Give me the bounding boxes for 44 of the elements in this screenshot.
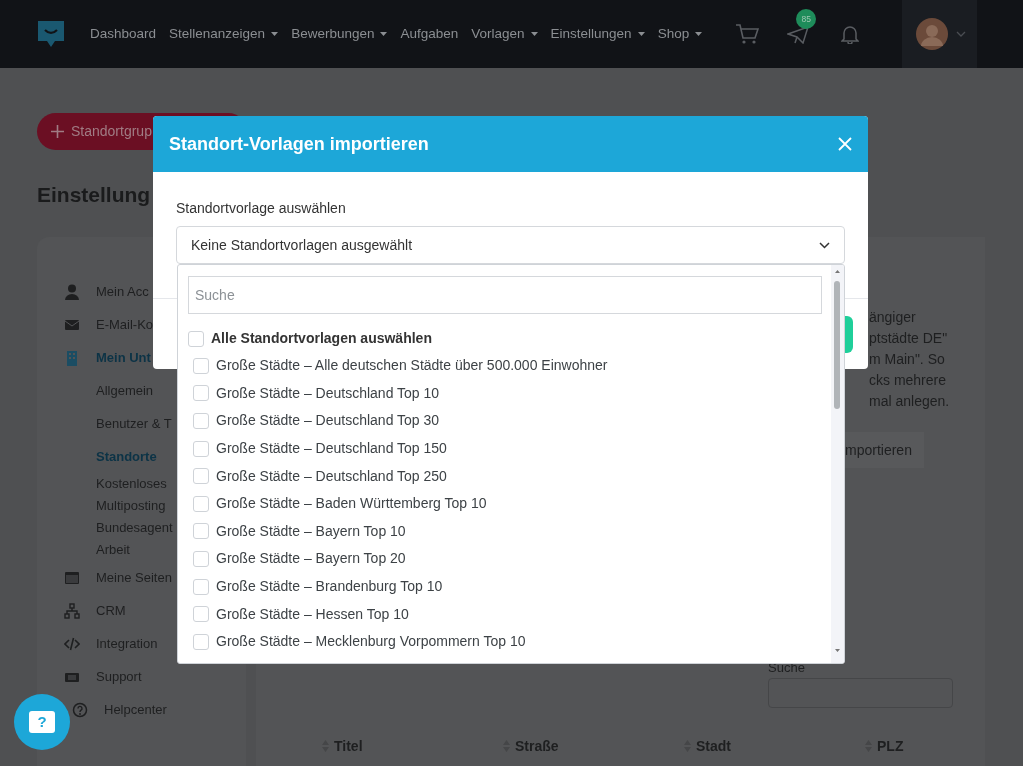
paper-plane-icon[interactable] (787, 25, 810, 44)
option-checkbox[interactable]: Große Städte – Baden Württemberg Top 10 (188, 489, 823, 518)
option-checkbox[interactable]: Große Städte – Bayern Top 10 (188, 517, 823, 546)
caret-icon (271, 32, 279, 36)
chevron-down-icon (819, 241, 830, 249)
nav-link[interactable]: Shop (657, 23, 703, 45)
avatar[interactable] (916, 18, 949, 50)
user-icon (64, 283, 80, 300)
notification-badge: 85 (796, 9, 817, 29)
nav-link[interactable]: Stellenanzeigen (169, 23, 279, 45)
select-all-checkbox[interactable]: Alle Standortvorlagen auswählen (188, 325, 823, 352)
code-icon (64, 635, 80, 652)
plus-icon (51, 125, 64, 138)
option-checkbox[interactable]: Große Städte – Deutschland Top 30 (188, 407, 823, 435)
question-circle-icon (72, 701, 88, 718)
caret-icon (695, 32, 703, 36)
close-button[interactable] (838, 137, 852, 151)
logo-icon[interactable] (36, 19, 66, 49)
option-checkbox[interactable]: Große Städte – Brandenburg Top 10 (188, 572, 823, 601)
nav-link[interactable]: Einstellungen (550, 23, 645, 45)
option-checkbox[interactable]: Große Städte – Deutschland Top 150 (188, 434, 823, 463)
caret-icon (530, 32, 538, 36)
option-checkbox[interactable]: Große Städte – Hessen Top 10 (188, 600, 823, 628)
nav-link[interactable]: Vorlagen (471, 23, 538, 45)
option-checkbox[interactable]: Große Städte – Deutschland Top 10 (188, 379, 823, 408)
option-checkbox[interactable]: Große Städte – Deutschland Top 250 (188, 462, 823, 490)
select-field[interactable]: Keine Standortvorlagen ausgewählt (176, 226, 845, 264)
window-icon (64, 569, 80, 586)
nav-link[interactable]: Bewerbungen (291, 23, 388, 45)
search-input[interactable]: Suche (188, 276, 822, 314)
caret-icon (380, 32, 388, 36)
option-checkbox[interactable]: Große Städte – Mecklenburg Vorpommern Top 10 (188, 627, 823, 656)
cart-icon[interactable] (735, 23, 760, 45)
option-checkbox[interactable]: Große Städte – Alle deutschen Städte über 500.000 Einwohner (188, 352, 823, 380)
chevron-down-icon[interactable] (956, 31, 967, 37)
field-label: Standortvorlage auswählen (176, 199, 347, 218)
option-checkbox[interactable]: Große Städte – Bayern Top 20 (188, 545, 823, 573)
bell-icon[interactable] (841, 24, 860, 44)
nav-link[interactable]: Dashboard (90, 23, 157, 45)
sitemap-icon (64, 602, 80, 619)
building-icon (64, 349, 80, 366)
caret-icon (637, 32, 645, 36)
scrollbar[interactable] (831, 265, 844, 663)
nav-link[interactable]: Aufgaben (400, 23, 459, 45)
